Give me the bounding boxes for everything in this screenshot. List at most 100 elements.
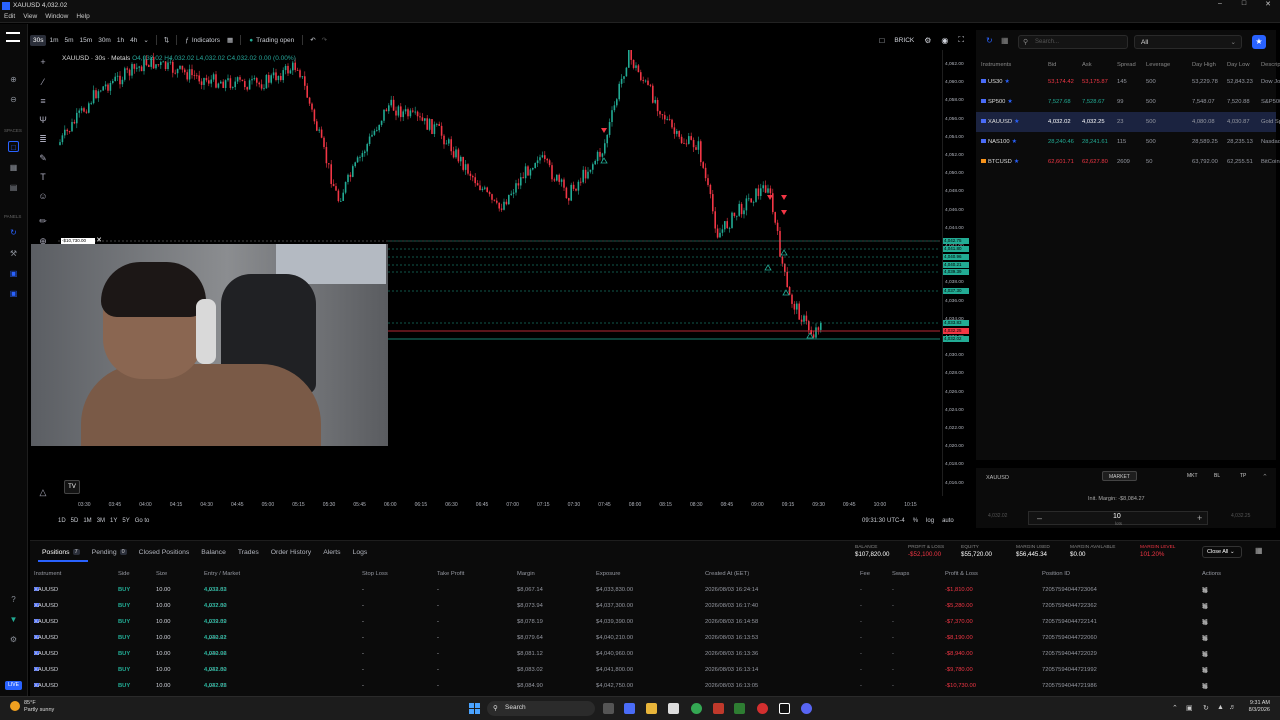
collapse-icon[interactable]: △ [37,486,49,498]
calendar-icon[interactable]: ▦ [1001,36,1009,45]
position-row[interactable]: XAUUSD BUY 10.00 4,039.39 → 4,032.02- - $8,078.… [30,619,1280,635]
timeframe-1h[interactable]: 1h [114,35,127,46]
help-icon[interactable]: ? [8,594,19,605]
space-chart-icon[interactable]: □ [8,141,19,152]
tab-pending[interactable]: Pending 0 [92,549,127,556]
order-type-market[interactable]: MARKET [1102,471,1137,481]
column-header[interactable]: Exposure [596,571,621,577]
instrument-search-input[interactable]: ⚲ Search... [1018,35,1128,49]
column-header[interactable]: Side [118,571,130,577]
maximize-icon[interactable]: □ [1232,0,1256,8]
weather-icon[interactable] [10,701,20,711]
instrument-filter-select[interactable]: All ⌄ [1134,35,1242,49]
timeframe-30m[interactable]: 30m [95,35,114,46]
taskbar-search[interactable]: ⚲ Search [487,701,595,716]
trading-app-icon[interactable] [779,703,790,714]
position-stop-loss[interactable]: - [362,603,364,609]
ask-cell[interactable]: 53,175.87 [1082,79,1108,85]
position-stop-loss[interactable]: - [362,651,364,657]
column-header[interactable]: Bid [1048,62,1056,68]
start-icon[interactable] [469,703,480,714]
space-list-icon[interactable]: ▤ [8,182,19,193]
favorite-star-icon[interactable]: ★ [1014,119,1019,125]
panel-tools-icon[interactable]: ⚒ [8,248,19,259]
column-header[interactable]: Day Low [1227,62,1250,68]
notepad-icon[interactable] [668,703,679,714]
position-stop-loss[interactable]: - [362,635,364,641]
position-take-profit[interactable]: - [437,619,439,625]
decrease-icon[interactable]: – [1037,513,1042,523]
camera-icon[interactable]: ◉ [941,36,948,45]
position-row[interactable]: XAUUSD BUY 10.00 4,037.30 → 4,032.02- - $8,073.… [30,603,1280,619]
position-stop-loss[interactable]: - [362,667,364,673]
range-1y[interactable]: 1Y [110,518,117,524]
favorite-star-icon[interactable]: ★ [1005,79,1010,85]
position-take-profit[interactable]: - [437,587,439,593]
position-take-profit[interactable]: - [437,683,439,689]
order-type-mkt[interactable]: MKT [1181,471,1204,481]
settings-icon[interactable]: ⚙ [8,634,19,645]
settings-gear-icon[interactable]: ⚙ [924,36,931,45]
column-header[interactable]: Created At (EET) [705,571,749,577]
position-take-profit[interactable]: - [437,667,439,673]
percent-scale-button[interactable]: % [913,518,918,524]
trendline-icon[interactable]: ⁄ [37,76,49,88]
range-5y[interactable]: 5Y [122,518,129,524]
column-header[interactable]: Swaps [892,571,909,577]
quantity-stepper[interactable]: – 10 lots + [1028,511,1208,526]
quantity-value[interactable]: 10 [1113,513,1121,520]
position-take-profit[interactable]: - [437,635,439,641]
position-row[interactable]: XAUUSD BUY 10.00 4,040.21 → 4,032.02- - $8,079.… [30,635,1280,651]
close-all-button[interactable]: Close All ⌄ [1202,546,1242,558]
column-header[interactable]: Spread [1117,62,1136,68]
order-type-tp[interactable]: TP [1234,471,1252,481]
tab-closed-positions[interactable]: Closed Positions [139,549,190,556]
fib-icon[interactable]: ≣ [37,133,49,145]
menu-view[interactable]: View [23,13,37,20]
discord-icon[interactable] [801,703,812,714]
ask-cell[interactable]: 28,241.61 [1082,139,1108,145]
timeframe-4h[interactable]: 4h [127,35,140,46]
column-header[interactable]: Position ID [1042,571,1070,577]
zoom-out-icon[interactable]: ⊖ [8,94,19,105]
wifi-icon[interactable]: ▲ [1217,704,1224,711]
range-1d[interactable]: 1D [58,518,66,524]
brush-icon[interactable]: ✎ [37,152,49,164]
tab-positions[interactable]: Positions 7 [42,549,80,556]
favorite-star-icon[interactable]: ★ [1012,139,1017,145]
column-header[interactable]: Size [156,571,167,577]
collapse-chevron-icon[interactable]: ⌃ [1262,473,1268,481]
close-icon[interactable]: ✕ [1202,619,1208,627]
close-icon[interactable]: ✕ [1202,683,1208,691]
bid-cell[interactable]: 28,240.46 [1048,139,1074,145]
instrument-row[interactable]: US30 ★ 53,174.42 53,175.87 145 500 53,229.78 52… [976,72,1280,92]
ask-cell[interactable]: 7,528.67 [1082,99,1105,105]
instrument-row[interactable]: BTCUSD ★ 62,601.71 62,627.80 2609 50 63,792.00… [976,152,1280,172]
menu-edit[interactable]: Edit [4,13,15,20]
volume-icon[interactable]: ♬ [1229,704,1236,711]
range-3m[interactable]: 3M [97,518,105,524]
acrobat-icon[interactable] [713,703,724,714]
ask-cell[interactable]: 4,032.25 [1082,119,1105,125]
tab-alerts[interactable]: Alerts [323,549,340,556]
column-header[interactable]: Ask [1082,62,1092,68]
bid-cell[interactable]: 4,032.02 [1048,119,1071,125]
favorites-button[interactable]: ★ [1252,35,1266,49]
indicators-button[interactable]: ƒ Indicators [181,35,224,46]
column-header[interactable]: Stop Loss [362,571,388,577]
crosshair-icon[interactable]: + [37,56,49,68]
tab-trades[interactable]: Trades [238,549,259,556]
text-icon[interactable]: T [37,171,49,183]
column-header[interactable]: Leverage [1146,62,1170,68]
menu-help[interactable]: Help [76,13,89,20]
weather-widget[interactable]: 85°F Partly sunny [24,700,54,714]
position-stop-loss[interactable]: - [362,587,364,593]
space-layout-icon[interactable]: ▦ [8,162,19,173]
close-icon[interactable]: ✕ [1256,0,1280,8]
sync-icon[interactable]: ↻ [986,36,993,45]
layouts-icon[interactable]: ▦ [224,34,236,46]
ruler-icon[interactable]: ✏ [37,215,49,227]
bid-cell[interactable]: 53,174.42 [1048,79,1074,85]
column-header[interactable]: Instrument [34,571,61,577]
instrument-row[interactable]: XAUUSD ★ 4,032.02 4,032.25 23 500 4,080.08 4,03… [976,112,1280,132]
